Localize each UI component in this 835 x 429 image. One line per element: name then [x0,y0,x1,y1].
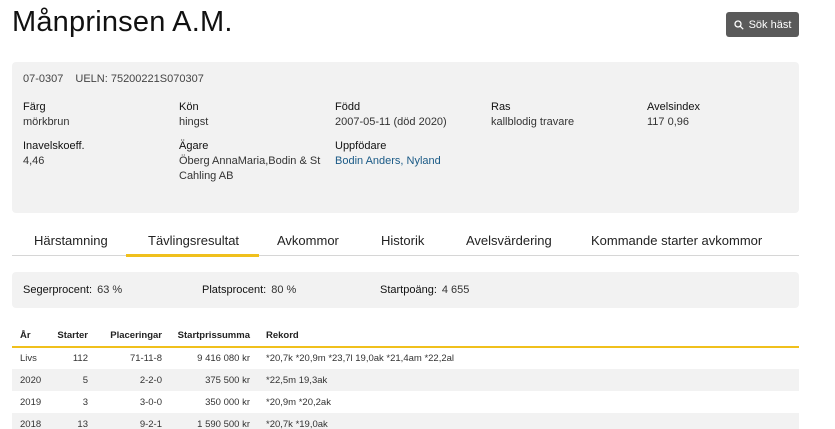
field-inavel: Inavelskoeff. 4,46 [23,139,85,169]
field-value: Cahling AB [179,170,234,182]
cell-starts: 5 [50,369,88,391]
field-label: Kön [179,101,199,113]
stat-value: 80 % [271,284,297,296]
stat-platsprocent: Platsprocent: 80 % [202,284,296,296]
table-row: Livs 112 71-11-8 9 416 080 kr *20,7k *20… [12,347,799,369]
cell-year: 2019 [20,396,42,408]
cell-starts: 3 [82,396,88,408]
field-label: Uppfödare [335,140,387,152]
cell-placings: 2-2-0 [88,369,162,391]
table-row: 2018 13 9-2-1 1 590 500 kr *20,7k *19,0a… [12,413,799,429]
tab-bar: Härstamning Tävlingsresultat Avkommor Hi… [12,224,799,257]
ueln-number: UELN: 75200221S070307 [75,73,204,85]
field-value: 4,46 [23,155,45,167]
field-kon: Kön hingst [179,100,208,130]
cell-year: 2020 [12,369,50,391]
search-icon [733,19,744,30]
search-button-label: Sök häst [748,18,792,31]
field-ras: Ras kallblodig travare [491,100,574,130]
cell-starts: 13 [50,413,88,429]
cell-prize-money: 9 416 080 kr [197,353,250,364]
search-horse-button[interactable]: Sök häst [726,12,799,37]
field-value: mörkbrun [23,116,70,128]
stat-value: 4 655 [441,284,470,296]
field-label: Ägare [179,140,209,152]
results-table: År Starter Placeringar Startprissumma Re… [12,327,799,429]
cell-year: 2018 [12,413,50,429]
field-value: hingst [179,116,209,128]
cell-prize-money: 375 500 kr [162,369,250,391]
table-row: 2019 3 3-0-0 350 000 kr *20,9m *20,2ak [12,391,799,413]
field-label: Färg [23,101,46,113]
field-value: kallblodig travare [491,116,575,128]
field-value: 117 0,96 [647,116,690,128]
field-uppfodare: Uppfödare Bodin Anders, Nyland [335,139,441,169]
horse-ids: 07-0307 UELN: 75200221S070307 [23,73,204,85]
cell-record: *20,9m *20,2ak [266,396,331,408]
tab-historik[interactable]: Historik [381,233,424,248]
tab-avkommor[interactable]: Avkommor [277,233,339,248]
field-label: Ras [491,101,511,113]
stat-label: Startpoäng: [380,284,437,296]
breeder-link[interactable]: Bodin Anders, Nyland [335,154,441,169]
tab-avelsvardering[interactable]: Avelsvärdering [466,233,552,248]
cell-prize-money: 1 590 500 kr [162,413,250,429]
field-label: Född [335,101,361,113]
stat-label: Segerprocent: [23,284,93,296]
field-label: Inavelskoeff. [23,140,85,152]
stat-startpoang: Startpoäng: 4 655 [380,284,469,296]
table-row: 2020 5 2-2-0 375 500 kr *22,5m 19,3ak [12,369,799,391]
cell-placings: 3-0-0 [139,396,162,408]
field-value: 2007-05-11 (död 2020) [335,116,447,128]
reg-number: 07-0307 [23,73,64,85]
col-header-rekord[interactable]: Rekord [250,327,799,348]
cell-record: *22,5m 19,3ak [250,369,799,391]
tab-tavlingsresultat[interactable]: Tävlingsresultat [126,233,260,257]
cell-prize-money: 350 000 kr [205,396,250,408]
col-header-ar[interactable]: År [12,327,50,348]
cell-year: Livs [20,353,37,364]
tab-harstamning[interactable]: Härstamning [34,233,108,248]
stat-segerprocent: Segerprocent: 63 % [23,284,122,296]
col-header-starter[interactable]: Starter [50,327,88,348]
stat-label: Platsprocent: [202,284,267,296]
tab-kommande-starter[interactable]: Kommande starter avkommor [591,233,762,248]
cell-record: *20,7k *20,9m *23,7l 19,0ak *21,4am *22,… [266,353,455,364]
stat-value: 63 % [97,284,123,296]
field-fodd: Född 2007-05-11 (död 2020) [335,100,447,130]
cell-placings: 71-11-8 [129,353,162,364]
field-value: Öberg AnnaMaria,Bodin & St [179,155,321,167]
cell-starts: 112 [72,353,88,364]
col-header-placeringar[interactable]: Placeringar [88,327,162,348]
field-farg: Färg mörkbrun [23,100,69,130]
field-agare: Ägare Öberg AnnaMaria,Bodin & St Cahling… [179,139,320,184]
page-title: Månprinsen A.M. [12,6,233,38]
cell-record: *20,7k *19,0ak [250,413,799,429]
field-label: Avelsindex [647,101,700,113]
horse-info-panel: 07-0307 UELN: 75200221S070307 Färg mörkbr… [12,62,799,213]
stats-panel: Segerprocent: 63 % Platsprocent: 80 % Star… [12,272,799,308]
cell-placings: 9-2-1 [88,413,162,429]
field-avelsindex: Avelsindex 117 0,96 [647,100,700,130]
col-header-startprissumma[interactable]: Startprissumma [162,327,250,348]
table-header-row: År Starter Placeringar Startprissumma Re… [12,327,799,348]
